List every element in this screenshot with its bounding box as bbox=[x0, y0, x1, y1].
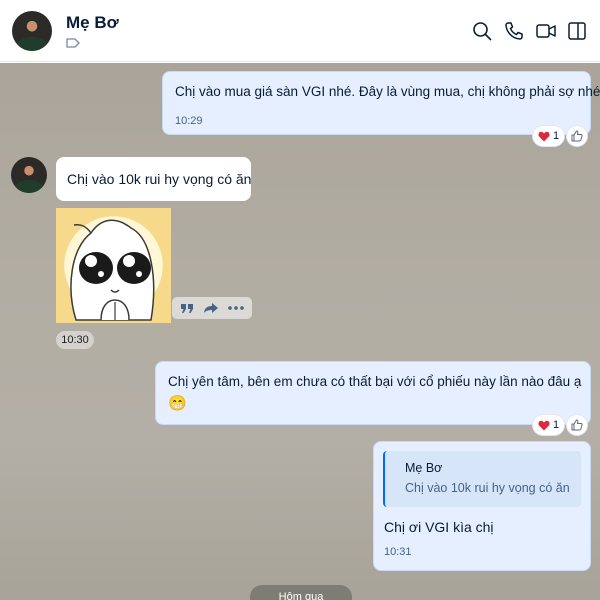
message-text: Chị yên tâm, bên em chưa có thất bại với… bbox=[168, 374, 582, 389]
reaction-count: 1 bbox=[552, 130, 560, 142]
message-list[interactable]: Chị vào mua giá sàn VGI nhé. Đây là vùng… bbox=[0, 63, 600, 600]
message-time: 10:29 bbox=[175, 115, 203, 127]
message-bubble-outgoing[interactable]: Chị yên tâm, bên em chưa có thất bại với… bbox=[155, 361, 591, 425]
video-call-icon[interactable] bbox=[535, 20, 557, 42]
quoted-message[interactable]: Mẹ Bơ Chị vào 10k rui hy vọng có ăn bbox=[383, 451, 581, 507]
forward-icon[interactable] bbox=[203, 302, 219, 314]
like-reaction-button[interactable] bbox=[567, 126, 587, 146]
thumbs-up-icon bbox=[571, 130, 583, 142]
quoted-sender-name: Mẹ Bơ bbox=[405, 461, 443, 475]
reaction-count: 1 bbox=[552, 419, 560, 431]
search-icon[interactable] bbox=[471, 20, 493, 42]
contact-name[interactable]: Mẹ Bơ bbox=[66, 13, 119, 33]
reaction-badge[interactable]: 1 bbox=[533, 126, 564, 146]
chat-header: Mẹ Bơ bbox=[0, 0, 600, 62]
message-bubble-incoming[interactable]: Chị vào 10k rui hy vọng có ăn bbox=[56, 157, 251, 201]
message-time: 10:31 bbox=[384, 546, 412, 558]
quoted-text: Chị vào 10k rui hy vọng có ăn bbox=[405, 481, 570, 495]
grinning-emoji: 😁 bbox=[168, 395, 187, 412]
message-bubble-outgoing[interactable]: Chị vào mua giá sàn VGI nhé. Đây là vùng… bbox=[162, 71, 600, 135]
message-text: Chị vào 10k rui hy vọng có ăn bbox=[67, 171, 252, 187]
reaction-badge[interactable]: 1 bbox=[533, 415, 564, 435]
phone-call-icon[interactable] bbox=[503, 20, 525, 42]
thumbs-up-icon bbox=[571, 419, 583, 431]
more-options-icon[interactable] bbox=[227, 306, 244, 310]
message-text: Chị ơi VGI kìa chị bbox=[384, 519, 494, 535]
day-separator: Hôm qua bbox=[250, 585, 352, 600]
message-actions bbox=[172, 297, 252, 319]
heart-icon bbox=[538, 420, 550, 430]
like-reaction-button[interactable] bbox=[567, 415, 587, 435]
message-time: 10:30 bbox=[56, 331, 94, 349]
message-text: Chị vào mua giá sàn VGI nhé. Đây là vùng… bbox=[175, 84, 600, 99]
sticker-image[interactable] bbox=[56, 208, 171, 323]
contact-avatar[interactable] bbox=[12, 11, 52, 51]
cute-face-sticker-icon bbox=[70, 219, 155, 321]
sender-avatar[interactable] bbox=[11, 157, 47, 193]
label-tag-icon[interactable] bbox=[66, 38, 80, 48]
conversation-info-panel-icon[interactable] bbox=[566, 20, 588, 42]
heart-icon bbox=[538, 131, 550, 141]
quote-reply-icon[interactable] bbox=[180, 302, 194, 314]
